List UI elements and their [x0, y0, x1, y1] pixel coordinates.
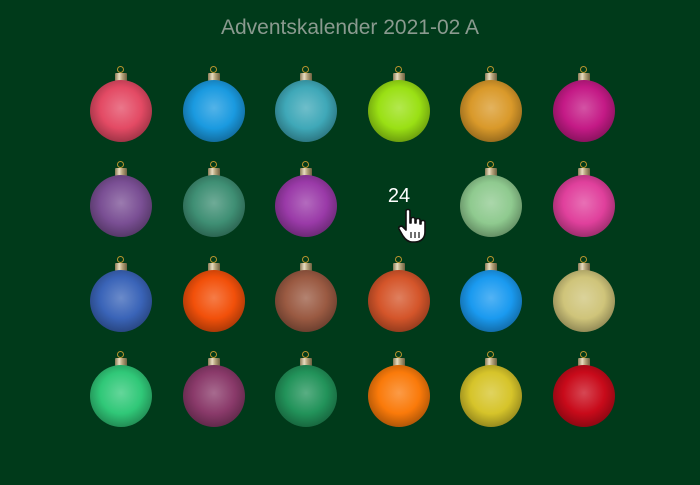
- ornament-door[interactable]: [544, 161, 624, 251]
- ornament-ball-icon: [90, 175, 152, 237]
- ornament-cap: [578, 351, 590, 366]
- ornament-door[interactable]: [359, 66, 439, 156]
- door-number: 24: [387, 185, 411, 207]
- ornament-cap: [485, 161, 497, 176]
- ornament-cap: [208, 66, 220, 81]
- ornament-door[interactable]: [359, 351, 439, 441]
- ornament-ball-icon: [90, 365, 152, 427]
- ornament-cap: [485, 256, 497, 271]
- ornament-ball-icon: [460, 270, 522, 332]
- ornament-ball-icon: [90, 270, 152, 332]
- pointer-hand-icon: [398, 208, 428, 244]
- ornament-door[interactable]: [81, 256, 161, 346]
- ornament-door[interactable]: [544, 256, 624, 346]
- ornament-door[interactable]: [451, 256, 531, 346]
- ornament-ball-icon: [183, 175, 245, 237]
- ornament-door[interactable]: [81, 161, 161, 251]
- ornament-ball-icon: [460, 365, 522, 427]
- ornament-door[interactable]: [174, 256, 254, 346]
- ornament-ball-icon: [553, 365, 615, 427]
- ornament-ball-icon: [553, 270, 615, 332]
- ornament-ball-icon: [368, 365, 430, 427]
- ornament-cap: [115, 66, 127, 81]
- ornament-door[interactable]: [266, 256, 346, 346]
- ornament-ball-icon: [90, 80, 152, 142]
- ornament-cap: [115, 161, 127, 176]
- ornament-door[interactable]: [266, 161, 346, 251]
- ornament-cap: [300, 351, 312, 366]
- ornament-ball-icon: [553, 80, 615, 142]
- ornament-ball-icon: [275, 175, 337, 237]
- ornament-door[interactable]: [174, 66, 254, 156]
- ornament-cap: [300, 66, 312, 81]
- ornament-door[interactable]: [81, 66, 161, 156]
- ornament-cap: [393, 256, 405, 271]
- ornament-ball-icon: [460, 80, 522, 142]
- ornament-door[interactable]: [359, 256, 439, 346]
- ornament-cap: [115, 256, 127, 271]
- ornament-door[interactable]: [451, 161, 531, 251]
- ornament-cap: [300, 161, 312, 176]
- ornament-ball-icon: [368, 80, 430, 142]
- ornament-door[interactable]: [266, 66, 346, 156]
- ornament-ball-icon: [368, 270, 430, 332]
- ornament-ball-icon: [553, 175, 615, 237]
- ornament-cap: [578, 161, 590, 176]
- ornament-cap: [208, 161, 220, 176]
- ornament-ball-icon: [275, 365, 337, 427]
- ornament-cap: [115, 351, 127, 366]
- ornament-cap: [208, 256, 220, 271]
- ornament-cap: [300, 256, 312, 271]
- ornament-cap: [208, 351, 220, 366]
- ornament-door[interactable]: [544, 66, 624, 156]
- ornament-door[interactable]: [544, 351, 624, 441]
- ornament-grid: 24: [0, 0, 700, 485]
- ornament-door[interactable]: [451, 66, 531, 156]
- ornament-ball-icon: [183, 270, 245, 332]
- ornament-door[interactable]: [174, 351, 254, 441]
- ornament-ball-icon: [183, 80, 245, 142]
- ornament-door[interactable]: [81, 351, 161, 441]
- ornament-ball-icon: [460, 175, 522, 237]
- ornament-ball-icon: [183, 365, 245, 427]
- ornament-door[interactable]: [451, 351, 531, 441]
- ornament-ball-icon: [275, 270, 337, 332]
- ornament-cap: [393, 66, 405, 81]
- ornament-cap: [485, 66, 497, 81]
- ornament-door[interactable]: [266, 351, 346, 441]
- ornament-cap: [393, 351, 405, 366]
- ornament-door[interactable]: [174, 161, 254, 251]
- ornament-cap: [485, 351, 497, 366]
- ornament-cap: [578, 66, 590, 81]
- ornament-ball-icon: [275, 80, 337, 142]
- ornament-cap: [578, 256, 590, 271]
